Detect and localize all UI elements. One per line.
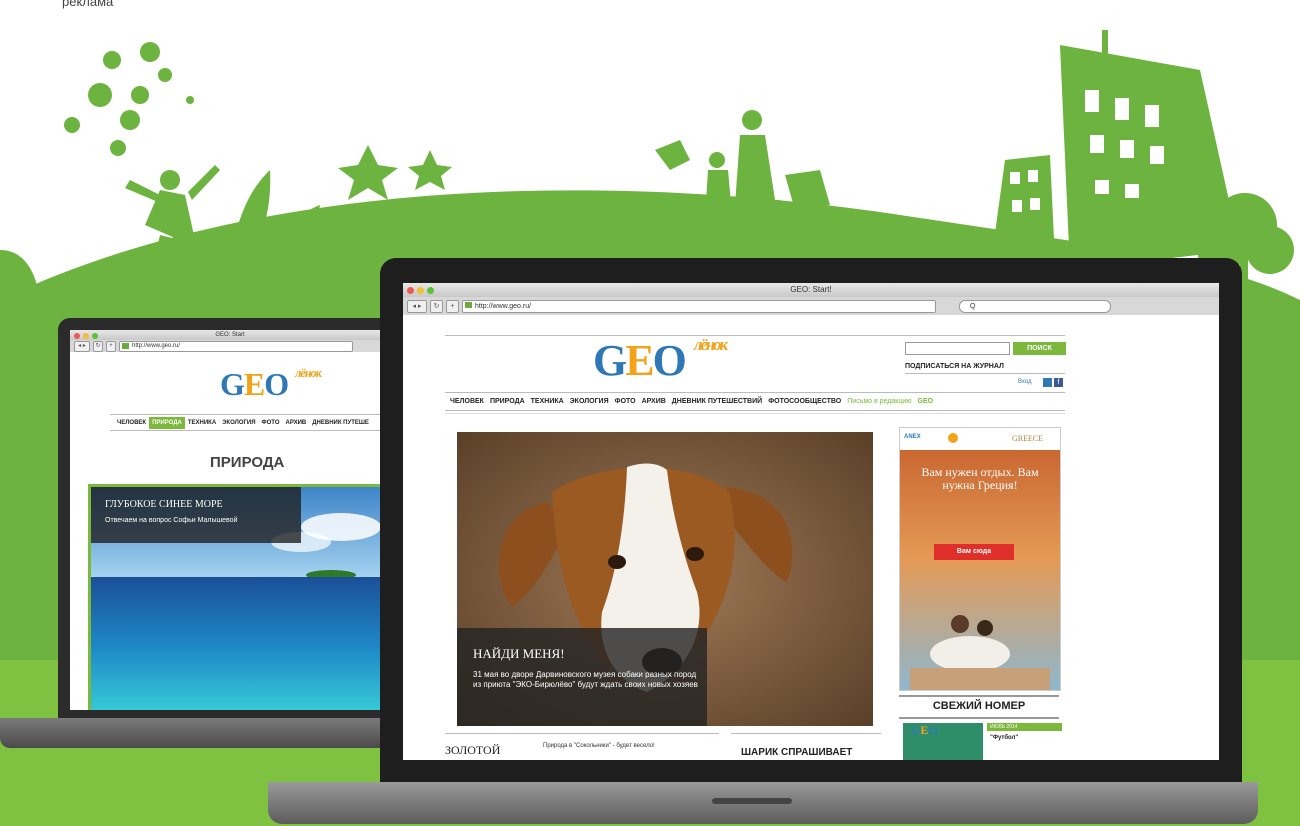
nav-item-dnevnik[interactable]: ДНЕВНИК ПУТЕШЕСТВИЙ (669, 395, 765, 408)
nav-item-priroda[interactable]: ПРИРОДА (149, 417, 185, 429)
main-nav: ЧЕЛОВЕК ПРИРОДА ТЕХНИКА ЭКОЛОГИЯ ФОТО АР… (114, 417, 372, 429)
nav-item-arhiv[interactable]: АРХИВ (283, 417, 310, 429)
geo-logo[interactable]: GEO лёнок (220, 366, 322, 403)
caption-text: реклама (62, 0, 114, 9)
nav-item-foto[interactable]: ФОТО (612, 395, 639, 408)
browser-toolbar: ◂ ▸ ↻ + http://www.geo.ru/ (70, 340, 390, 352)
reload-icon[interactable]: ↻ (93, 340, 103, 352)
divider (899, 717, 1059, 719)
nav-item-tehnika[interactable]: ТЕХНИКА (185, 417, 219, 429)
divider (445, 733, 719, 734)
laptop-notch (712, 798, 792, 804)
back-forward-icon[interactable]: ◂ ▸ (407, 299, 427, 313)
divider (445, 413, 1065, 414)
maximize-icon[interactable] (427, 287, 434, 294)
divider (445, 392, 1065, 393)
window-titlebar: GEO: Start (70, 330, 390, 340)
page-content: GEO лёнок ЧЕЛОВЕК ПРИРОДА ТЕХНИКА ЭКОЛОГ… (70, 352, 390, 710)
vk-icon[interactable] (1043, 378, 1052, 387)
nav-item-dnevnik[interactable]: ДНЕВНИК ПУТЕШЕ (309, 417, 372, 429)
browser-search-field[interactable]: Q (959, 299, 1111, 313)
bottom-right-title[interactable]: ШАРИК СПРАШИВАЕТ (741, 747, 852, 758)
nav-item-foto[interactable]: ФОТО (259, 417, 283, 429)
magazine-logo: GEO (911, 723, 938, 737)
search-button[interactable]: ПОИСК (1013, 342, 1066, 355)
nav-item-fotosoobshchestvo[interactable]: ФОТОСООБЩЕСТВО (765, 395, 844, 408)
divider (110, 414, 390, 415)
feature-title: ГЛУБОКОЕ СИНЕЕ МОРЕ (105, 499, 223, 510)
url-field[interactable]: http://www.geo.ru/ (119, 340, 353, 352)
hero-title: НАЙДИ МЕНЯ! (473, 646, 565, 661)
close-icon[interactable] (74, 333, 80, 339)
browser-toolbar: ◂ ▸ ↻ + http://www.geo.ru/ Q (403, 297, 1219, 315)
reload-icon[interactable]: ↻ (430, 299, 443, 313)
window-titlebar: GEO: Start! (403, 283, 1219, 297)
url-field[interactable]: http://www.geo.ru/ (462, 299, 936, 313)
back-browser-window: GEO: Start ◂ ▸ ↻ + http://www.geo.ru/ GE… (70, 330, 390, 710)
nav-item-letter[interactable]: Письмо в редакцию (844, 395, 914, 408)
nav-item-chelovek[interactable]: ЧЕЛОВЕК (447, 395, 487, 408)
window-title: GEO: Start (215, 332, 245, 338)
page-content: GEO лёнок ПОИСК ПОДПИСАТЬСЯ НА ЖУРНАЛ Вх… (403, 315, 1219, 760)
nav-item-chelovek[interactable]: ЧЕЛОВЕК (114, 417, 149, 429)
ad-text: Вам нужен отдых. Вам нужна Греция! (921, 465, 1039, 492)
add-icon[interactable]: + (106, 340, 116, 352)
hero-card[interactable]: НАЙДИ МЕНЯ! 31 мая во дворе Дарвиновског… (457, 432, 873, 726)
feature-card[interactable]: ГЛУБОКОЕ СИНЕЕ МОРЕ Отвечаем на вопрос С… (88, 484, 390, 710)
minimize-icon[interactable] (417, 287, 424, 294)
issue-date: ИЮЛЬ 2014 (987, 723, 1062, 731)
divider (899, 695, 1059, 697)
nav-item-geo[interactable]: GEO (915, 395, 937, 408)
facebook-icon[interactable]: f (1054, 378, 1063, 387)
bottom-mid-link[interactable]: Природа в "Сокольники" - будет весело! (543, 743, 655, 749)
close-icon[interactable] (407, 287, 414, 294)
maximize-icon[interactable] (92, 333, 98, 339)
feature-caption-box: ГЛУБОКОЕ СИНЕЕ МОРЕ Отвечаем на вопрос С… (91, 487, 301, 543)
ad-banner[interactable]: ANEX GREECE Вам нужен отдых. Вам нужна Г… (899, 427, 1061, 691)
divider (110, 430, 390, 431)
add-icon[interactable]: + (446, 299, 459, 313)
fresh-issue-title: СВЕЖИЙ НОМЕР (932, 700, 1026, 712)
subscribe-link[interactable]: ПОДПИСАТЬСЯ НА ЖУРНАЛ (905, 363, 1004, 370)
hero-text: 31 мая во дворе Дарвиновского музея соба… (473, 670, 698, 689)
ad-brand-anex: ANEX (904, 434, 921, 440)
ad-brand-greece: GREECE (1012, 434, 1044, 443)
front-browser-window: GEO: Start! ◂ ▸ ↻ + http://www.geo.ru/ Q… (403, 283, 1219, 760)
main-nav: ЧЕЛОВЕК ПРИРОДА ТЕХНИКА ЭКОЛОГИЯ ФОТО АР… (447, 395, 936, 408)
divider (445, 410, 1065, 411)
hero-caption-box: НАЙДИ МЕНЯ! 31 мая во дворе Дарвиновског… (457, 628, 707, 726)
window-title: GEO: Start! (790, 285, 832, 294)
nav-item-arhiv[interactable]: АРХИВ (639, 395, 669, 408)
login-link[interactable]: Вход (1018, 379, 1032, 385)
nav-item-ekologiya[interactable]: ЭКОЛОГИЯ (219, 417, 258, 429)
nav-item-tehnika[interactable]: ТЕХНИКА (528, 395, 567, 408)
back-forward-icon[interactable]: ◂ ▸ (74, 340, 90, 352)
divider (731, 733, 881, 734)
bottom-left-title[interactable]: ЗОЛОТОЙ (445, 743, 500, 758)
site-search-input[interactable] (905, 342, 1010, 355)
ad-button[interactable]: Вам сюда (934, 544, 1014, 560)
section-title: ПРИРОДА (210, 454, 285, 471)
nav-item-priroda[interactable]: ПРИРОДА (487, 395, 528, 408)
issue-topic: "Футбол" (990, 735, 1019, 741)
minimize-icon[interactable] (83, 333, 89, 339)
divider (445, 335, 1065, 336)
ad-seal-icon (948, 433, 958, 443)
favicon-icon (465, 301, 472, 308)
favicon-icon (122, 342, 129, 349)
back-laptop-base (0, 718, 420, 748)
nav-item-ekologiya[interactable]: ЭКОЛОГИЯ (567, 395, 612, 408)
geo-logo[interactable]: GEO лёнок (593, 335, 728, 386)
feature-text: Отвечаем на вопрос Софьи Малышевой (105, 517, 238, 524)
divider (905, 373, 1065, 374)
